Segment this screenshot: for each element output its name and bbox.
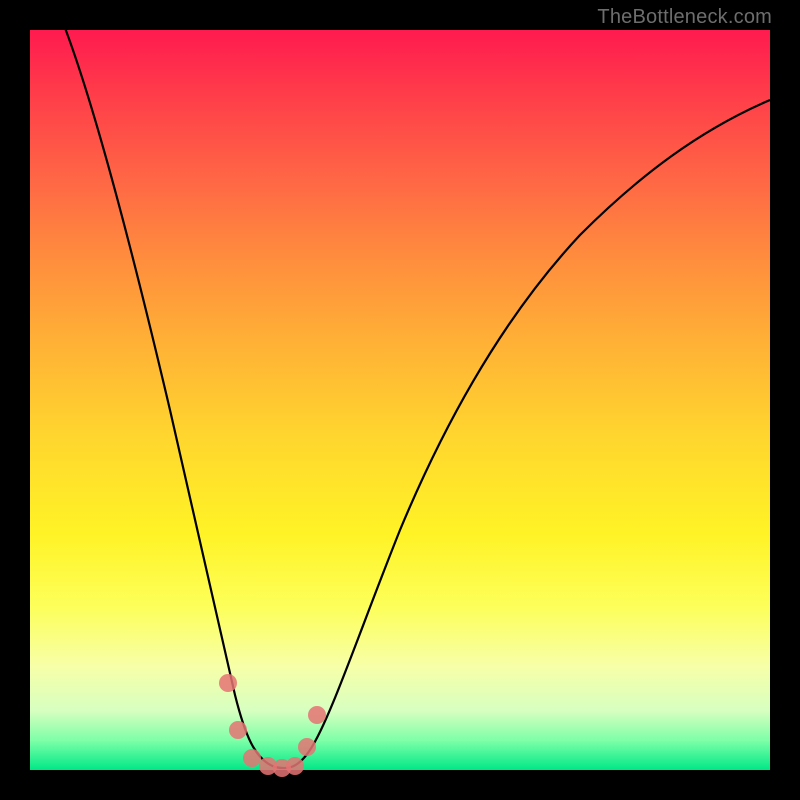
bottleneck-curve — [30, 30, 770, 770]
chart-frame: TheBottleneck.com — [0, 0, 800, 800]
data-marker — [308, 706, 326, 724]
curve-path — [60, 15, 770, 768]
plot-area — [30, 30, 770, 770]
data-marker — [229, 721, 247, 739]
data-marker — [219, 674, 237, 692]
data-marker — [298, 738, 316, 756]
data-marker — [243, 749, 261, 767]
watermark-text: TheBottleneck.com — [597, 6, 772, 29]
data-marker — [286, 757, 304, 775]
